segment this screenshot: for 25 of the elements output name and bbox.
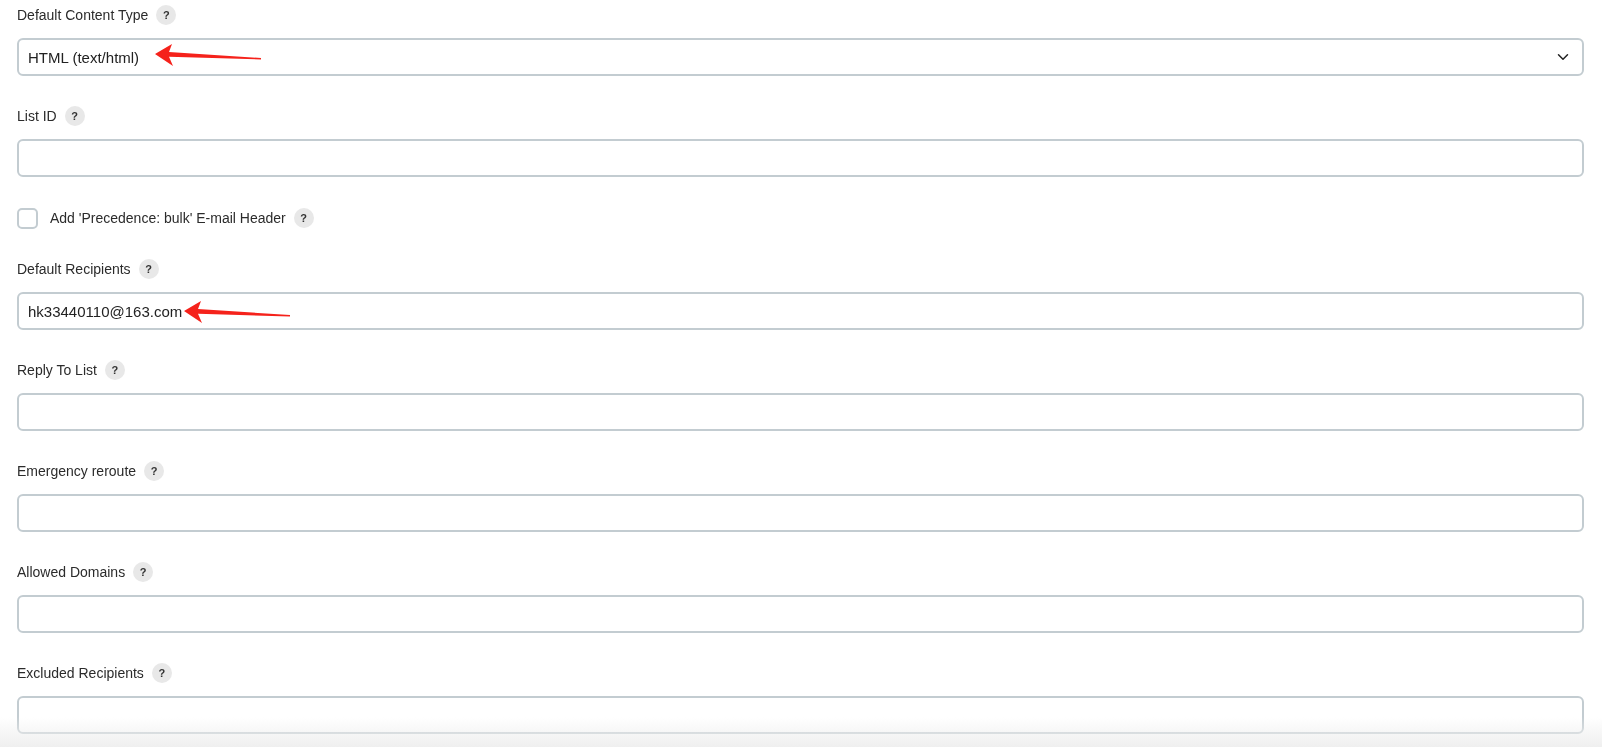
input-field[interactable]: hk33440110@163.com: [17, 292, 1584, 330]
checkbox-label: Add 'Precedence: bulk' E-mail Header: [50, 209, 286, 228]
field-label: Reply To List: [17, 361, 97, 380]
help-button[interactable]: ?: [133, 562, 154, 582]
input-field[interactable]: [17, 494, 1584, 532]
field-label: Default Recipients: [17, 260, 131, 279]
help-button[interactable]: ?: [144, 461, 165, 481]
input-field[interactable]: [17, 393, 1584, 431]
input-field[interactable]: [17, 696, 1584, 734]
help-button[interactable]: ?: [156, 5, 177, 25]
field-label: Emergency reroute: [17, 462, 137, 481]
input-field[interactable]: [17, 139, 1584, 177]
field-label: Allowed Domains: [17, 563, 126, 582]
input-field[interactable]: [17, 595, 1584, 633]
help-button[interactable]: ?: [104, 360, 125, 380]
field-label: List ID: [17, 107, 57, 126]
checkbox[interactable]: [17, 207, 38, 229]
help-button[interactable]: ?: [64, 106, 85, 126]
select-value: HTML (text/html): [28, 48, 140, 66]
field-label: Default Content Type: [17, 6, 149, 25]
help-button[interactable]: ?: [138, 259, 159, 279]
field-label: Excluded Recipients: [17, 664, 144, 683]
select-field[interactable]: HTML (text/html): [17, 38, 1584, 76]
help-button[interactable]: ?: [293, 208, 314, 228]
help-button[interactable]: ?: [151, 663, 172, 683]
